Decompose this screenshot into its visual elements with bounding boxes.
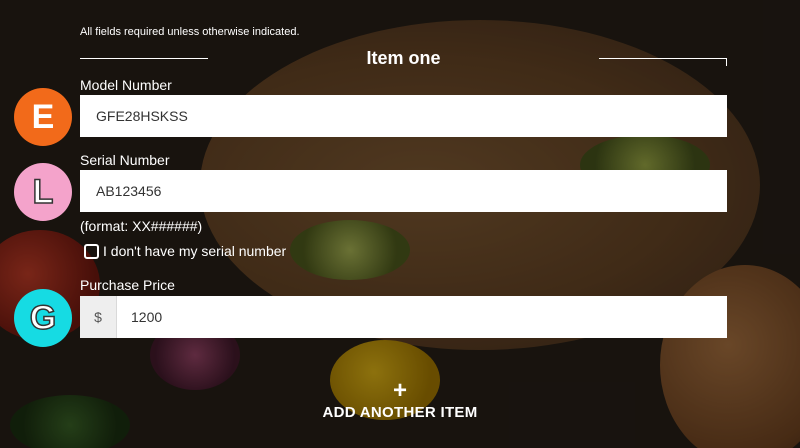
divider-right (599, 58, 727, 59)
currency-prefix: $ (80, 296, 117, 338)
purchase-price-input[interactable]: 1200 (116, 296, 727, 338)
model-number-input[interactable]: GFE28HSKSS (80, 95, 727, 137)
add-another-item-label[interactable]: ADD ANOTHER ITEM (0, 404, 800, 421)
no-serial-label[interactable]: I don't have my serial number (103, 243, 286, 259)
required-note: All fields required unless otherwise ind… (80, 26, 300, 38)
badge-e: E (14, 88, 72, 146)
serial-format-hint: (format: XX######) (80, 218, 203, 234)
item-form: All fields required unless otherwise ind… (0, 0, 800, 448)
model-number-label: Model Number (80, 77, 172, 93)
no-serial-checkbox[interactable] (84, 244, 99, 259)
purchase-price-field[interactable]: $ 1200 (80, 296, 727, 338)
badge-l: L (14, 163, 72, 221)
serial-number-label: Serial Number (80, 152, 170, 168)
purchase-price-label: Purchase Price (80, 277, 175, 293)
add-another-item-button[interactable]: + ADD ANOTHER ITEM (0, 379, 800, 422)
section-header: Item one (80, 48, 727, 70)
plus-icon[interactable]: + (0, 379, 800, 403)
badge-g: G (14, 289, 72, 347)
serial-number-input[interactable]: AB123456 (80, 170, 727, 212)
